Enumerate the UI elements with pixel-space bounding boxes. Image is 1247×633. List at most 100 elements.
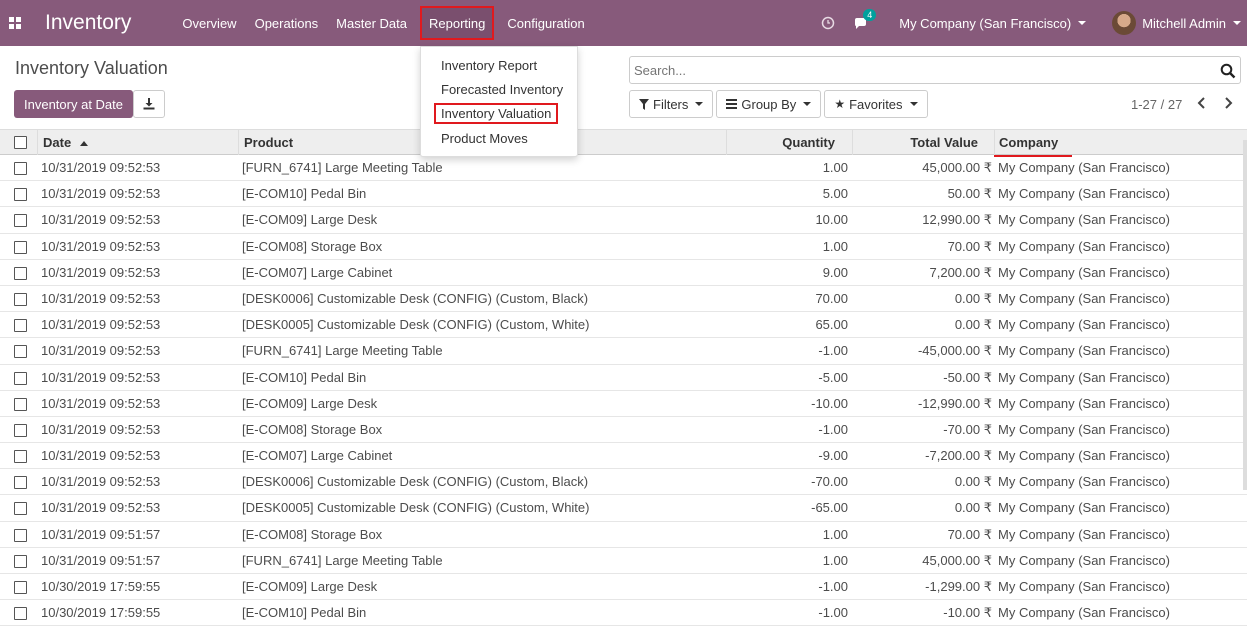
user-menu[interactable]: Mitchell Admin: [1112, 11, 1241, 35]
menu-product-moves[interactable]: Product Moves: [441, 131, 528, 146]
row-checkbox[interactable]: [14, 371, 27, 385]
table-row[interactable]: 10/31/2019 09:52:53 [DESK0006] Customizab…: [0, 286, 1247, 313]
cell-total-value: -1,299.00 ₹: [925, 579, 992, 594]
company-switcher[interactable]: My Company (San Francisco): [899, 16, 1087, 31]
row-checkbox[interactable]: [14, 345, 27, 359]
row-checkbox[interactable]: [14, 292, 27, 306]
cell-date: 10/30/2019 17:59:55: [41, 605, 161, 621]
table-row[interactable]: 10/31/2019 09:52:53 [E-COM07] Large Cabin…: [0, 260, 1247, 286]
header-quantity[interactable]: Quantity: [726, 130, 852, 155]
cell-quantity: 65.00: [815, 317, 848, 333]
search-input[interactable]: [634, 61, 1214, 79]
table-row[interactable]: 10/31/2019 09:51:57 [FURN_6741] Large Mee…: [0, 548, 1247, 574]
user-name: Mitchell Admin: [1142, 15, 1226, 31]
menu-configuration[interactable]: Configuration: [498, 0, 593, 46]
table-row[interactable]: 10/31/2019 09:52:53 [E-COM08] Storage Box…: [0, 234, 1247, 260]
apps-menu-icon[interactable]: [0, 0, 30, 46]
avatar: [1112, 11, 1137, 35]
table-row[interactable]: 10/31/2019 09:52:53 [E-COM10] Pedal Bin -5…: [0, 365, 1247, 391]
row-checkbox[interactable]: [14, 502, 27, 516]
cell-total-value: 45,000.00 ₹: [922, 552, 992, 568]
cell-company: My Company (San Francisco): [998, 212, 1170, 228]
row-checkbox[interactable]: [14, 581, 27, 594]
row-checkbox[interactable]: [14, 319, 27, 333]
table-body: 10/31/2019 09:52:53 [FURN_6741] Large Mee…: [0, 155, 1247, 627]
cell-date: 10/31/2019 09:52:53: [41, 474, 161, 490]
row-checkbox[interactable]: [14, 423, 27, 437]
menu-forecasted-inventory[interactable]: Forecasted Inventory: [441, 82, 563, 97]
table-row[interactable]: 10/31/2019 09:52:53 [DESK0005] Customizab…: [0, 312, 1247, 339]
cell-company: My Company (San Francisco): [998, 186, 1170, 202]
pager-value[interactable]: 1-27 / 27: [1131, 97, 1182, 112]
table-row[interactable]: 10/30/2019 17:59:55 [E-COM10] Pedal Bin -1…: [0, 600, 1247, 627]
table-row[interactable]: 10/31/2019 09:52:53 [FURN_6741] Large Mee…: [0, 155, 1247, 182]
select-all-checkbox[interactable]: [14, 136, 27, 149]
group-by-button[interactable]: Group By: [716, 90, 822, 118]
cell-total-value: -7,200.00 ₹: [925, 448, 992, 464]
app-title[interactable]: Inventory: [45, 11, 131, 35]
chevron-right-icon[interactable]: [1222, 96, 1234, 110]
menu-inventory-valuation[interactable]: Inventory Valuation: [434, 103, 559, 124]
table-row[interactable]: 10/31/2019 09:52:53 [E-COM09] Large Desk -…: [0, 391, 1247, 417]
cell-quantity: -1.00: [818, 343, 848, 359]
menu-operations[interactable]: Operations: [246, 0, 328, 46]
cell-product: [FURN_6741] Large Meeting Table: [242, 552, 443, 568]
messaging-button[interactable]: 4: [853, 9, 877, 31]
filters-button[interactable]: Filters: [629, 90, 714, 118]
table-row[interactable]: 10/31/2019 09:52:53 [DESK0005] Customizab…: [0, 495, 1247, 522]
row-checkbox[interactable]: [14, 214, 27, 228]
inventory-at-date-button[interactable]: Inventory at Date: [14, 90, 133, 118]
row-checkbox[interactable]: [14, 528, 27, 542]
cell-quantity: -1.00: [818, 605, 848, 621]
cell-quantity: 1.00: [822, 238, 848, 254]
search-icon[interactable]: [1220, 63, 1236, 79]
row-checkbox[interactable]: [14, 397, 27, 411]
row-checkbox[interactable]: [14, 162, 27, 175]
table-row[interactable]: 10/31/2019 09:52:53 [FURN_6741] Large Mee…: [0, 338, 1247, 365]
cell-company: My Company (San Francisco): [998, 448, 1170, 464]
list-icon: [726, 99, 738, 109]
table-row[interactable]: 10/30/2019 17:59:55 [E-COM09] Large Desk -…: [0, 574, 1247, 601]
cell-date: 10/31/2019 09:52:53: [41, 264, 161, 280]
row-checkbox[interactable]: [14, 266, 27, 280]
cell-quantity: 1.00: [822, 552, 848, 568]
menu-reporting[interactable]: Reporting: [419, 6, 495, 40]
cell-total-value: -12,990.00 ₹: [917, 395, 992, 411]
valuation-table: Date Product Quantity Total Value Compan…: [0, 129, 1247, 627]
cell-total-value: -70.00 ₹: [943, 421, 992, 437]
download-button[interactable]: [133, 90, 165, 118]
header-company[interactable]: Company: [994, 130, 1243, 155]
chevron-left-icon[interactable]: [1196, 96, 1208, 110]
cell-total-value: 0.00 ₹: [954, 317, 992, 333]
table-row[interactable]: 10/31/2019 09:52:53 [E-COM08] Storage Box…: [0, 417, 1247, 444]
clock-icon[interactable]: [821, 16, 835, 30]
cell-total-value: 0.00 ₹: [954, 290, 992, 306]
header-date[interactable]: Date: [37, 130, 237, 155]
row-checkbox[interactable]: [14, 607, 27, 621]
cell-date: 10/30/2019 17:59:55: [41, 579, 161, 594]
row-checkbox[interactable]: [14, 240, 27, 254]
cell-company: My Company (San Francisco): [998, 343, 1170, 359]
menu-overview[interactable]: Overview: [173, 0, 245, 46]
top-navbar: Inventory Overview Operations Master Dat…: [0, 0, 1247, 46]
table-row[interactable]: 10/31/2019 09:52:53 [E-COM09] Large Desk 1…: [0, 207, 1247, 234]
row-checkbox[interactable]: [14, 554, 27, 568]
scrollbar[interactable]: [1243, 140, 1247, 490]
row-checkbox[interactable]: [14, 476, 27, 490]
cell-company: My Company (San Francisco): [998, 526, 1170, 542]
table-row[interactable]: 10/31/2019 09:51:57 [E-COM08] Storage Box…: [0, 522, 1247, 548]
select-all-cell: [0, 130, 40, 155]
cell-company: My Company (San Francisco): [998, 369, 1170, 385]
search-bar[interactable]: [629, 56, 1241, 84]
row-checkbox[interactable]: [14, 450, 27, 464]
header-total-value[interactable]: Total Value: [852, 130, 994, 155]
row-checkbox[interactable]: [14, 188, 27, 202]
table-row[interactable]: 10/31/2019 09:52:53 [E-COM10] Pedal Bin 5.…: [0, 181, 1247, 208]
menu-master-data[interactable]: Master Data: [327, 0, 416, 46]
cell-product: [DESK0006] Customizable Desk (CONFIG) (C…: [242, 290, 589, 306]
menu-inventory-report[interactable]: Inventory Report: [441, 58, 537, 73]
favorites-button[interactable]: ★ Favorites: [824, 90, 928, 118]
cell-company: My Company (San Francisco): [998, 474, 1170, 490]
table-row[interactable]: 10/31/2019 09:52:53 [DESK0006] Customizab…: [0, 469, 1247, 496]
table-row[interactable]: 10/31/2019 09:52:53 [E-COM07] Large Cabin…: [0, 443, 1247, 470]
